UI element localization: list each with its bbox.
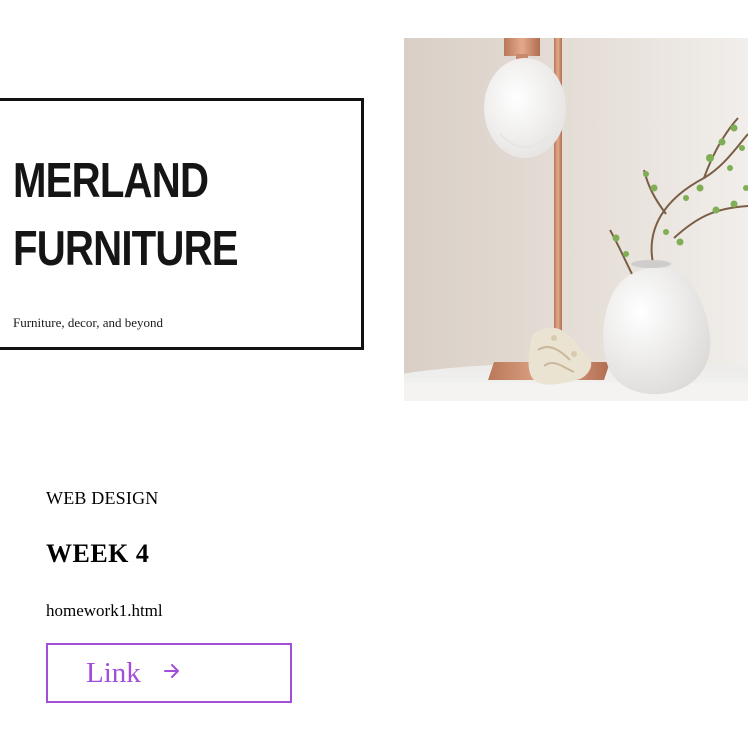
arrow-right-icon bbox=[163, 663, 181, 679]
link-button[interactable]: Link bbox=[46, 643, 292, 703]
week-heading: WEEK 4 bbox=[46, 539, 150, 568]
brand-title: MERLAND FURNITURE bbox=[13, 147, 239, 283]
lamp-and-vase-photo bbox=[404, 38, 748, 401]
link-button-label: Link bbox=[86, 656, 141, 689]
homework-file-name: homework1.html bbox=[46, 601, 163, 620]
brand-title-line-1: MERLAND bbox=[13, 154, 209, 208]
brand-logo-card: MERLAND FURNITURE Furniture, decor, and … bbox=[0, 98, 364, 350]
brand-tagline: Furniture, decor, and beyond bbox=[13, 315, 164, 330]
brand-title-line-2: FURNITURE bbox=[13, 222, 239, 276]
course-label: WEB DESIGN bbox=[46, 488, 159, 508]
